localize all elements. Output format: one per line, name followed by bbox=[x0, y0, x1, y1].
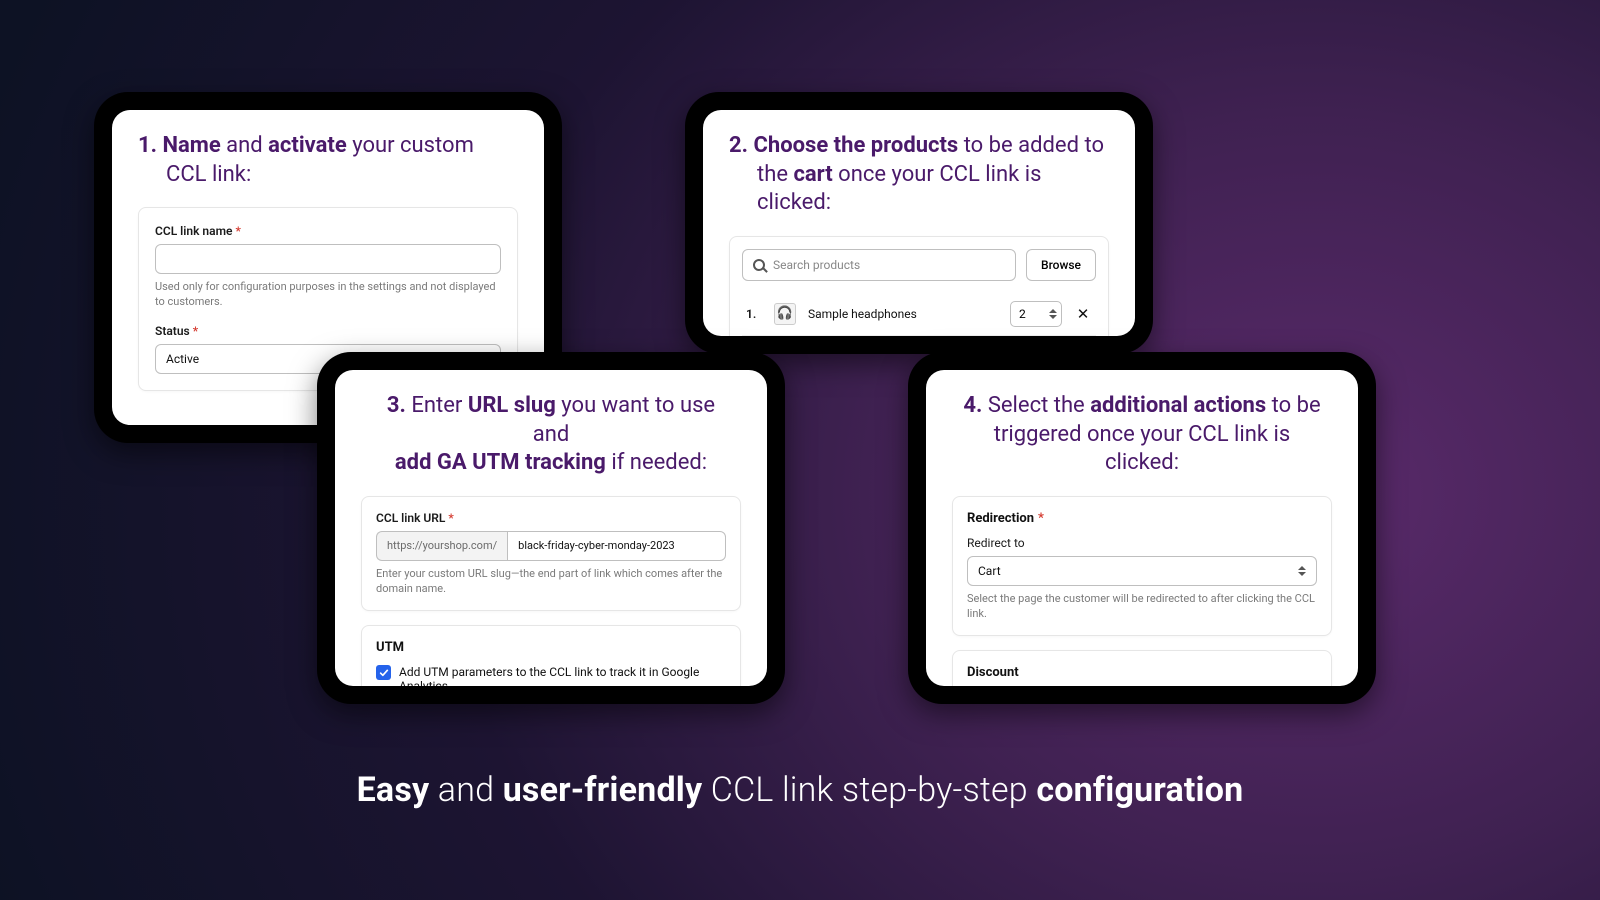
step2-title: 2. Choose the products to be added to th… bbox=[729, 132, 1109, 218]
utm-checkbox-label: Add UTM parameters to the CCL link to tr… bbox=[399, 665, 726, 686]
redirection-card: Redirection* Redirect to Cart Select the… bbox=[952, 496, 1332, 637]
browse-button[interactable]: Browse bbox=[1026, 249, 1096, 281]
step1-bold-name: Name bbox=[162, 133, 220, 158]
qty-value: 2 bbox=[1019, 307, 1026, 321]
search-icon bbox=[753, 259, 765, 271]
utm-checkbox[interactable] bbox=[376, 665, 391, 680]
select-chevron-icon bbox=[1298, 566, 1306, 576]
redirect-to-label: Redirect to bbox=[967, 536, 1317, 550]
url-slug-input[interactable]: black-friday-cyber-monday-2023 bbox=[507, 531, 726, 561]
screen-step-2: 2. Choose the products to be added to th… bbox=[703, 110, 1135, 336]
ccl-link-url-label: CCL link URL* bbox=[376, 511, 726, 525]
product-list: 1. 🎧 Sample headphones 2 ✕ 2.▯Sample tablet1✕… bbox=[742, 293, 1096, 336]
screen-step-4: 4. Select the additional actions to be t… bbox=[926, 370, 1358, 686]
discount-card: Discount Apply a discount code BF-CM-202… bbox=[952, 650, 1332, 686]
stepper-chevron-icon bbox=[1049, 309, 1057, 319]
redirection-heading: Redirection* bbox=[967, 511, 1317, 526]
step3-number: 3. bbox=[387, 393, 406, 418]
discount-heading: Discount bbox=[967, 665, 1317, 680]
product-row: 1. 🎧 Sample headphones 2 ✕ bbox=[742, 293, 1096, 335]
step3-url-card: CCL link URL* https://yourshop.com/ blac… bbox=[361, 496, 741, 612]
redirect-value: Cart bbox=[978, 564, 1001, 578]
product-name: Sample headphones bbox=[808, 307, 998, 321]
step4-title: 4. Select the additional actions to be t… bbox=[952, 392, 1332, 478]
tablet-step-2: 2. Choose the products to be added to th… bbox=[685, 92, 1153, 354]
remove-product-button[interactable]: ✕ bbox=[1074, 305, 1092, 323]
step3-title: 3. Enter URL slug you want to use and ad… bbox=[361, 392, 741, 478]
product-thumbnail: 🎧 bbox=[774, 303, 796, 325]
check-icon bbox=[379, 668, 389, 678]
tablet-step-3: 3. Enter URL slug you want to use and ad… bbox=[317, 352, 785, 704]
status-label: Status* bbox=[155, 324, 501, 338]
ccl-link-name-label: CCL link name* bbox=[155, 224, 501, 238]
product-row: 2.▯Sample tablet1✕ bbox=[742, 335, 1096, 336]
search-placeholder: Search products bbox=[773, 258, 860, 272]
step2-card: Search products Browse 1. 🎧 Sample headpho… bbox=[729, 236, 1109, 336]
status-value: Active bbox=[166, 352, 199, 366]
step3-utm-card: UTM Add UTM parameters to the CCL link t… bbox=[361, 625, 741, 686]
tablet-step-4: 4. Select the additional actions to be t… bbox=[908, 352, 1376, 704]
product-search-input[interactable]: Search products bbox=[742, 249, 1016, 281]
product-qty-stepper[interactable]: 2 bbox=[1010, 301, 1062, 327]
url-prefix: https://yourshop.com/ bbox=[376, 531, 507, 561]
step1-title: 1. Name and activate your custom CCL lin… bbox=[138, 132, 518, 189]
step1-bold-activate: activate bbox=[268, 133, 347, 158]
footer-tagline: Easy and user-friendly CCL link step-by-… bbox=[0, 770, 1600, 810]
step4-number: 4. bbox=[963, 393, 982, 418]
product-index: 1. bbox=[746, 307, 762, 321]
screen-step-3: 3. Enter URL slug you want to use and ad… bbox=[335, 370, 767, 686]
utm-heading: UTM bbox=[376, 640, 726, 655]
redirect-hint: Select the page the customer will be red… bbox=[967, 592, 1317, 622]
ccl-link-name-hint: Used only for configuration purposes in … bbox=[155, 280, 501, 310]
url-hint: Enter your custom URL slug—the end part … bbox=[376, 567, 726, 597]
step1-number: 1. bbox=[138, 133, 157, 158]
ccl-link-name-input[interactable] bbox=[155, 244, 501, 274]
step2-number: 2. bbox=[729, 133, 748, 158]
redirect-to-select[interactable]: Cart bbox=[967, 556, 1317, 586]
